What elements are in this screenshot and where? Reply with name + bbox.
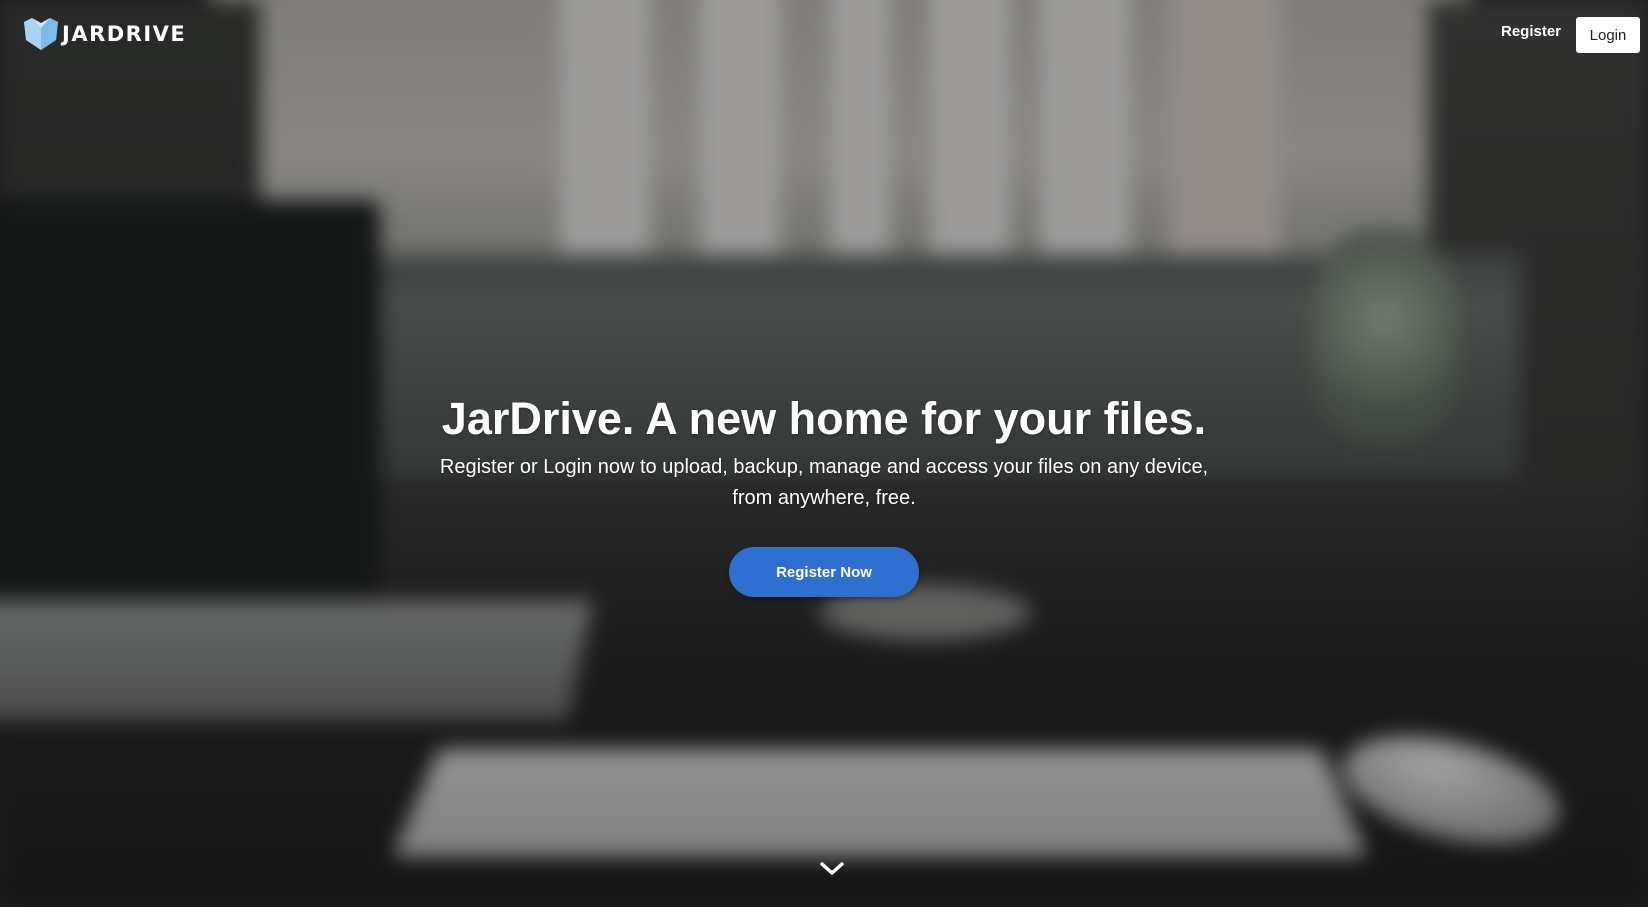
hero-subtitle: Register or Login now to upload, backup,… [439, 456, 1209, 509]
hero-content: JarDrive. A new home for your files. Reg… [0, 388, 1648, 597]
top-header: JARDRIVE Register Login [0, 0, 1648, 70]
register-now-button[interactable]: Register Now [729, 547, 919, 597]
chevron-down-icon[interactable] [816, 858, 848, 880]
login-button[interactable]: Login [1576, 17, 1640, 53]
brand-name: JARDRIVE [62, 22, 187, 46]
brand-logo[interactable]: JARDRIVE [22, 16, 186, 52]
hero-section: JARDRIVE Register Login JarDrive. A new … [0, 0, 1648, 907]
jar-logo-icon [24, 18, 58, 50]
hero-title: JarDrive. A new home for your files. [441, 393, 1207, 444]
nav-register-link[interactable]: Register [1501, 23, 1561, 40]
